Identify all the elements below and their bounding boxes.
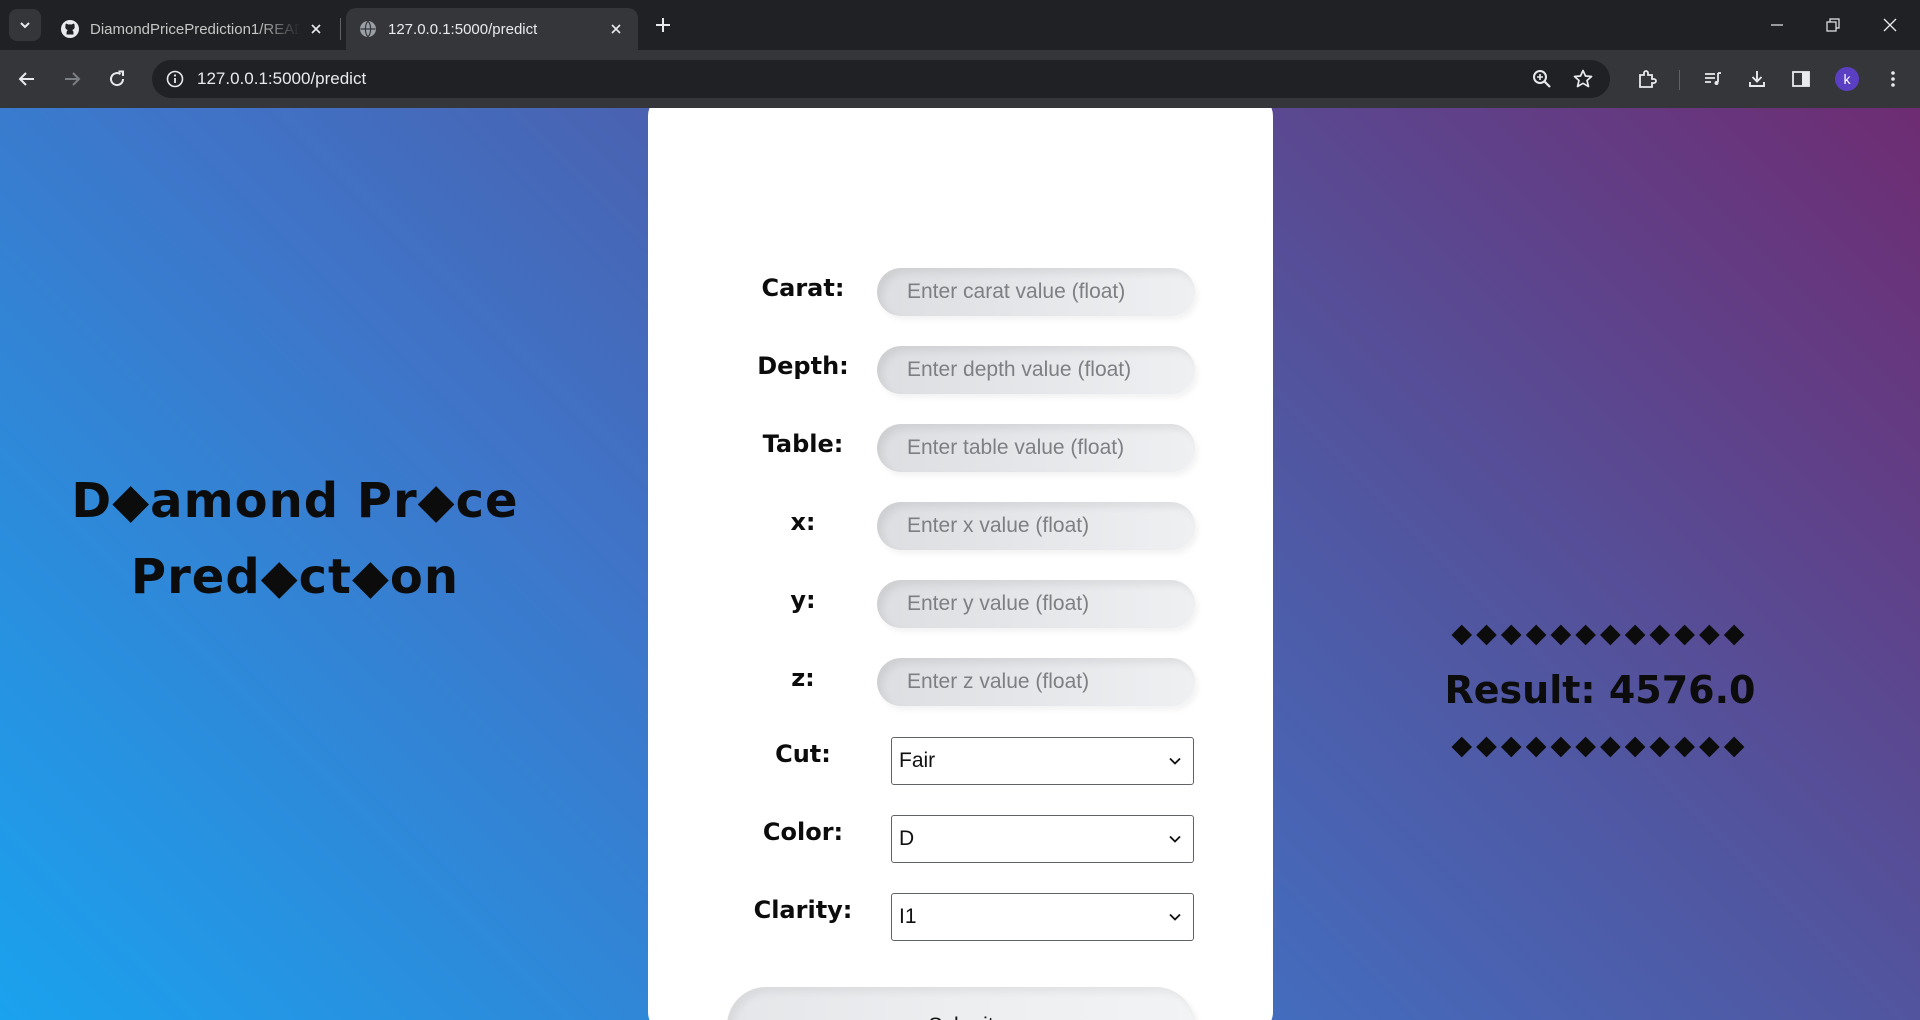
minimize-button[interactable] [1749, 0, 1805, 50]
x-row: x: [648, 502, 1273, 552]
table-input[interactable] [877, 424, 1195, 472]
profile-avatar[interactable]: k [1835, 67, 1859, 91]
url-text: 127.0.0.1:5000/predict [197, 69, 367, 88]
color-label: Color: [762, 818, 844, 846]
reload-icon [110, 70, 125, 87]
depth-input[interactable] [877, 346, 1195, 394]
forward-button[interactable] [57, 64, 87, 94]
tab-strip: DiamondPricePrediction1/README.md 127.0.… [0, 0, 1920, 50]
chevron-down-icon [1169, 757, 1181, 765]
media-control-button[interactable] [1698, 64, 1728, 94]
tab-divider [340, 18, 341, 40]
tab-title: 127.0.0.1:5000/predict [388, 20, 538, 38]
address-bar[interactable]: 127.0.0.1:5000/predict [152, 60, 1610, 98]
side-panel-icon [1792, 71, 1810, 87]
submit-button[interactable]: Submit [727, 987, 1195, 1020]
downloads-button[interactable] [1742, 64, 1772, 94]
site-info-icon[interactable] [160, 64, 190, 94]
github-icon [60, 19, 80, 39]
plus-icon [656, 18, 670, 32]
x-label: x: [790, 508, 816, 536]
cut-row: Cut: Fair [648, 734, 1273, 785]
diamond-row-top: ◆◆◆◆◆◆◆◆◆◆◆◆ [1451, 618, 1749, 649]
y-input[interactable] [877, 580, 1195, 628]
depth-row: Depth: [648, 346, 1273, 396]
page-content: D◆amond Pr◆ce Pred◆ct◆on Carat: Depth: T… [0, 108, 1920, 1020]
bookmark-star-icon[interactable] [1568, 64, 1598, 94]
reload-button[interactable] [102, 64, 132, 94]
z-label: z: [791, 664, 815, 692]
table-label: Table: [762, 430, 844, 458]
tab-predict[interactable]: 127.0.0.1:5000/predict [346, 8, 638, 50]
y-row: y: [648, 580, 1273, 630]
carat-input[interactable] [877, 268, 1195, 316]
prediction-form-card: Carat: Depth: Table: x: y: z: Cut: Fair [648, 108, 1273, 1020]
back-button[interactable] [12, 64, 42, 94]
z-row: z: [648, 658, 1273, 708]
clarity-row: Clarity: I1 [648, 890, 1273, 941]
color-select[interactable]: D [891, 815, 1194, 863]
restore-icon [1826, 18, 1840, 32]
puzzle-icon [1639, 70, 1657, 88]
close-tab-icon[interactable] [606, 19, 626, 39]
x-input[interactable] [877, 502, 1195, 550]
close-tab-icon[interactable] [306, 19, 326, 39]
chevron-down-icon [20, 22, 30, 29]
new-tab-button[interactable] [650, 12, 676, 38]
y-label: y: [790, 586, 816, 614]
cut-label: Cut: [775, 740, 831, 768]
tab-search-button[interactable] [9, 9, 41, 41]
color-select-value: D [899, 827, 915, 850]
arrow-right-icon [65, 72, 81, 86]
page-title: D◆amond Pr◆ce Pred◆ct◆on [71, 473, 519, 605]
close-window-button[interactable] [1862, 0, 1918, 50]
depth-label: Depth: [757, 352, 849, 380]
tab-readme[interactable]: DiamondPricePrediction1/README.md [48, 8, 338, 50]
chevron-down-icon [1169, 835, 1181, 843]
menu-button[interactable] [1878, 64, 1908, 94]
clarity-select-value: I1 [899, 905, 917, 928]
browser-toolbar: 127.0.0.1:5000/predict k [0, 50, 1920, 108]
close-icon [1883, 18, 1897, 32]
carat-row: Carat: [648, 268, 1273, 318]
clarity-select[interactable]: I1 [891, 893, 1194, 941]
toolbar-divider [1679, 70, 1680, 90]
arrow-left-icon [18, 72, 34, 86]
result-text: Result: 4576.0 [1444, 668, 1756, 712]
cut-select-value: Fair [899, 749, 936, 772]
diamond-row-bottom: ◆◆◆◆◆◆◆◆◆◆◆◆ [1451, 730, 1749, 761]
more-vert-icon [1891, 71, 1895, 87]
extensions-button[interactable] [1632, 64, 1662, 94]
cut-select[interactable]: Fair [891, 737, 1194, 785]
clarity-label: Clarity: [753, 896, 853, 924]
z-input[interactable] [877, 658, 1195, 706]
chevron-down-icon [1169, 913, 1181, 921]
side-panel-button[interactable] [1786, 64, 1816, 94]
zoom-icon[interactable] [1527, 64, 1557, 94]
tab-title: DiamondPricePrediction1/README.md [90, 20, 300, 38]
result-panel: ◆◆◆◆◆◆◆◆◆◆◆◆ Result: 4576.0 ◆◆◆◆◆◆◆◆◆◆◆◆ [1380, 618, 1820, 762]
carat-label: Carat: [761, 274, 845, 302]
globe-icon [358, 19, 378, 39]
color-row: Color: D [648, 812, 1273, 863]
queue-music-icon [1705, 72, 1721, 85]
table-row: Table: [648, 424, 1273, 474]
download-icon [1749, 71, 1765, 87]
restore-button[interactable] [1805, 0, 1861, 50]
minimize-icon [1771, 24, 1783, 26]
